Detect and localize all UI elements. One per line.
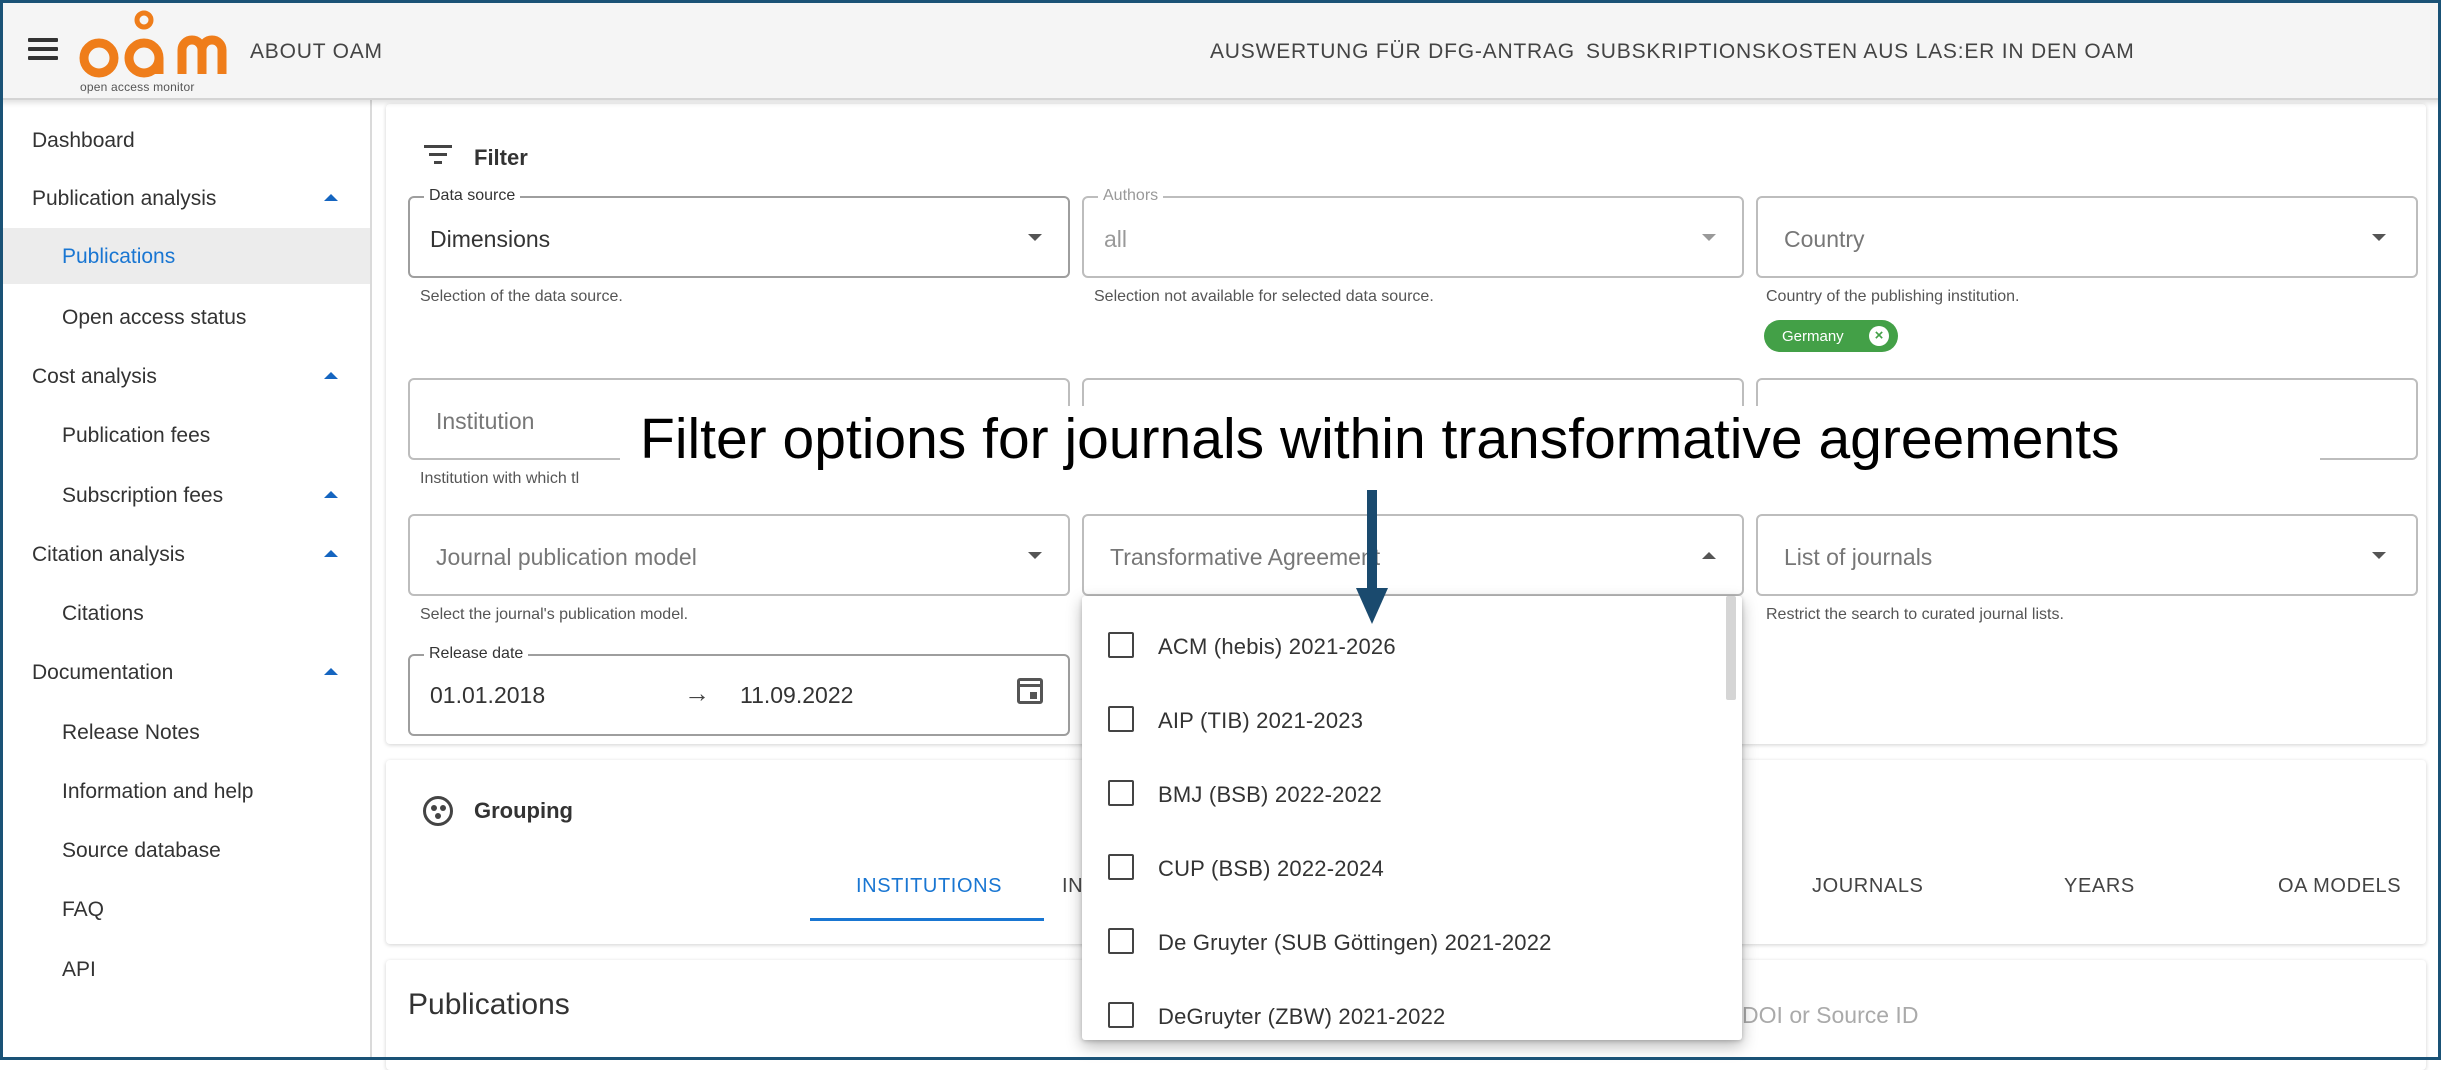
checkbox-icon[interactable]: [1108, 706, 1134, 732]
sidebar: Dashboard Publication analysis Publicati…: [0, 100, 372, 1060]
journal-list-select[interactable]: List of journals: [1756, 514, 2418, 596]
data-source-hint: Selection of the data source.: [420, 288, 623, 305]
release-date-range[interactable]: Release date 01.01.2018 11.09.2022: [408, 645, 1070, 736]
sidebar-item-publication-fees[interactable]: Publication fees: [0, 407, 370, 463]
dropdown-option[interactable]: DeGruyter (ZBW) 2021-2022: [1082, 1002, 1722, 1040]
dropdown-option[interactable]: BMJ (BSB) 2022-2022: [1082, 780, 1722, 854]
checkbox-icon[interactable]: [1108, 854, 1134, 880]
checkbox-icon[interactable]: [1108, 928, 1134, 954]
country-chip-germany[interactable]: Germany ×: [1764, 320, 1898, 352]
chevron-up-icon: [324, 668, 338, 675]
arrow-right-icon: →: [684, 678, 710, 708]
institution-hint: Institution with which tl: [420, 470, 580, 487]
top-app-bar: open access monitor ABOUT OAM AUSWERTUNG…: [0, 0, 2441, 100]
transformative-agreement-select[interactable]: Transformative Agreement: [1082, 514, 1744, 596]
chevron-down-icon: [1028, 552, 1042, 559]
about-oam-link[interactable]: ABOUT OAM: [250, 40, 383, 64]
dropdown-scrollbar[interactable]: [1726, 596, 1736, 700]
tab-journals[interactable]: JOURNALS: [1812, 875, 1924, 898]
close-icon[interactable]: ×: [1869, 326, 1889, 346]
sidebar-item-cost-analysis[interactable]: Cost analysis: [0, 348, 370, 404]
journal-model-hint: Select the journal's publication model.: [420, 606, 689, 623]
sidebar-item-release-notes[interactable]: Release Notes: [0, 704, 370, 760]
publications-title: Publications: [408, 988, 570, 1021]
active-tab-indicator: [810, 918, 1044, 921]
release-date-from[interactable]: 01.01.2018: [430, 682, 545, 709]
sidebar-item-api[interactable]: API: [0, 941, 370, 997]
chevron-up-icon: [324, 491, 338, 498]
data-source-select[interactable]: Data source Dimensions: [408, 187, 1070, 278]
tab-years[interactable]: YEARS: [2064, 875, 2135, 898]
grouping-title: Grouping: [474, 798, 573, 823]
dropdown-option[interactable]: AIP (TIB) 2021-2023: [1082, 706, 1722, 780]
release-date-to[interactable]: 11.09.2022: [740, 682, 853, 709]
chevron-up-icon: [324, 372, 338, 379]
annotation-arrow-shaft: [1367, 490, 1377, 596]
chevron-up-icon: [1702, 552, 1716, 559]
checkbox-icon[interactable]: [1108, 780, 1134, 806]
annotation-arrow-head: [1356, 588, 1388, 624]
sidebar-item-dashboard[interactable]: Dashboard: [0, 112, 370, 168]
country-select[interactable]: Country: [1756, 196, 2418, 278]
checkbox-icon[interactable]: [1108, 1002, 1134, 1028]
journal-model-select[interactable]: Journal publication model: [408, 514, 1070, 596]
publication-search-input[interactable]: r DOI or Source ID: [1728, 1002, 1918, 1029]
dropdown-option[interactable]: De Gruyter (SUB Göttingen) 2021-2022: [1082, 928, 1722, 1002]
sidebar-item-citation-analysis[interactable]: Citation analysis: [0, 526, 370, 582]
filter-icon: [424, 145, 452, 165]
sidebar-item-open-access-status[interactable]: Open access status: [0, 289, 370, 345]
chevron-down-icon: [1028, 234, 1042, 241]
dropdown-option[interactable]: ACM (hebis) 2021-2026: [1082, 632, 1722, 706]
checkbox-icon[interactable]: [1108, 632, 1134, 658]
chevron-down-icon: [2372, 552, 2386, 559]
journal-list-hint: Restrict the search to curated journal l…: [1766, 606, 2064, 623]
chevron-up-icon: [324, 550, 338, 557]
authors-hint: Selection not available for selected dat…: [1094, 288, 1434, 305]
sidebar-item-citations[interactable]: Citations: [0, 585, 370, 641]
dropdown-option[interactable]: CUP (BSB) 2022-2024: [1082, 854, 1722, 928]
sidebar-item-publication-analysis[interactable]: Publication analysis: [0, 170, 370, 226]
tab-institutions[interactable]: INSTITUTIONS: [856, 875, 1002, 898]
calendar-icon[interactable]: [1017, 678, 1043, 704]
sidebar-item-subscription-fees[interactable]: Subscription fees: [0, 467, 370, 523]
nav-subscription-costs[interactable]: SUBSKRIPTIONSKOSTEN AUS LAS:ER IN DEN OA…: [1586, 40, 2135, 64]
tab-partial[interactable]: IN: [1062, 875, 1083, 898]
nav-dfg-evaluation[interactable]: AUSWERTUNG FÜR DFG-ANTRAG: [1210, 40, 1575, 64]
tab-oa-models[interactable]: OA MODELS: [2278, 875, 2401, 898]
sidebar-item-information-help[interactable]: Information and help: [0, 763, 370, 819]
authors-select[interactable]: Authors all: [1082, 187, 1744, 278]
transformative-agreement-dropdown[interactable]: ACM (hebis) 2021-2026 AIP (TIB) 2021-202…: [1082, 596, 1742, 1040]
chevron-up-icon: [324, 194, 338, 201]
sidebar-item-source-database[interactable]: Source database: [0, 822, 370, 878]
chevron-down-icon: [1702, 234, 1716, 241]
sidebar-item-publications[interactable]: Publications: [0, 228, 370, 284]
chevron-down-icon: [2372, 234, 2386, 241]
logo-tagline: open access monitor: [80, 80, 195, 94]
sidebar-item-faq[interactable]: FAQ: [0, 881, 370, 937]
country-hint: Country of the publishing institution.: [1766, 288, 2020, 305]
sidebar-item-documentation[interactable]: Documentation: [0, 644, 370, 700]
grouping-icon: [423, 796, 453, 826]
filter-title: Filter: [474, 145, 528, 170]
menu-icon[interactable]: [28, 38, 58, 60]
annotation-callout: Filter options for journals within trans…: [620, 406, 2320, 476]
